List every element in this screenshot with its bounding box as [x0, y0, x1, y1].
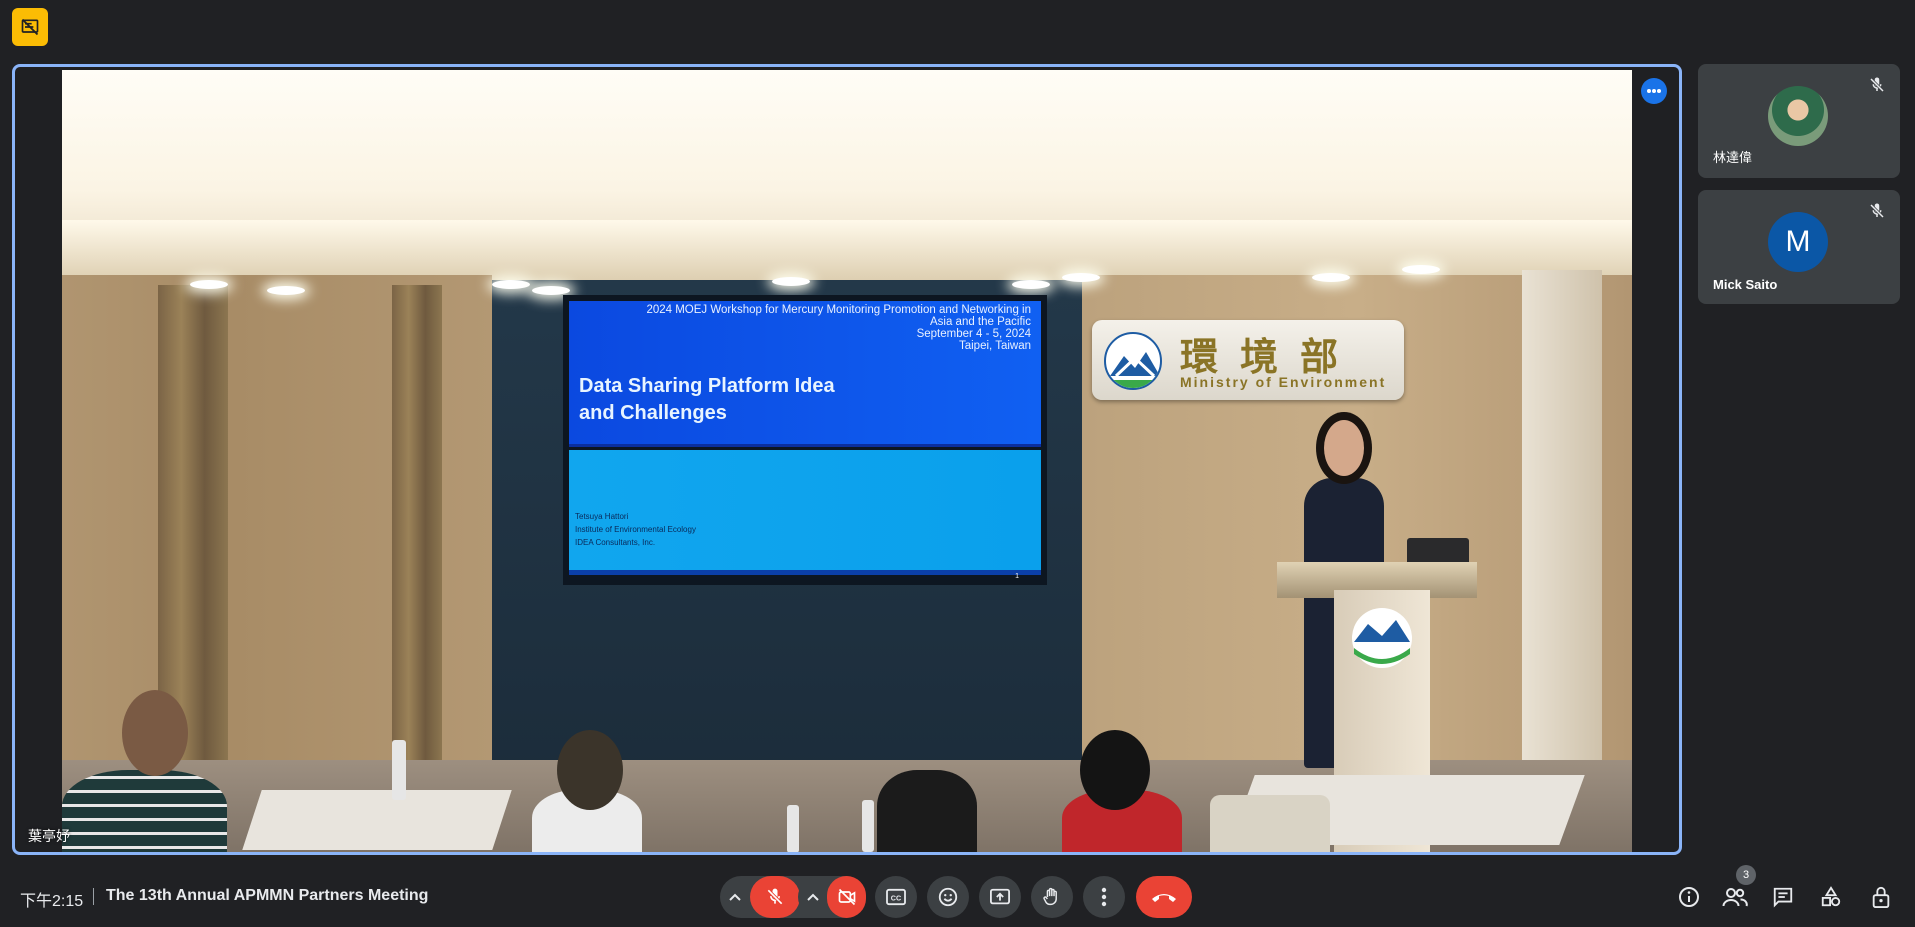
chevron-up-icon — [806, 893, 819, 901]
people-icon — [1722, 888, 1748, 907]
end-call-button[interactable] — [1136, 876, 1192, 918]
no-recording-icon — [21, 18, 39, 36]
host-controls-icon — [1872, 886, 1890, 908]
avatar — [1768, 86, 1828, 146]
raise-hand-icon — [1043, 887, 1057, 906]
activities-icon — [1821, 886, 1841, 907]
info-icon — [1679, 887, 1699, 907]
activities-button[interactable] — [1816, 882, 1846, 912]
audience-member — [62, 770, 227, 852]
avatar: M — [1768, 212, 1828, 272]
ministry-sign-english: Ministry of Environment — [1180, 374, 1387, 390]
raise-hand-button[interactable] — [1031, 876, 1073, 918]
stage-more-options-button[interactable] — [1641, 78, 1667, 104]
host-controls-button[interactable] — [1866, 882, 1896, 912]
ceiling-light — [492, 280, 530, 289]
ceiling-light — [532, 286, 570, 295]
mic-toggle-button[interactable] — [750, 876, 800, 918]
ministry-sign: 環境部 Ministry of Environment — [1092, 320, 1404, 400]
ministry-sign-chinese: 環境部 — [1180, 334, 1361, 379]
participant-tile[interactable]: 林達偉 — [1698, 64, 1900, 178]
chat-icon — [1773, 887, 1793, 908]
ministry-logo — [1104, 332, 1162, 390]
table — [242, 790, 512, 850]
stage-participant-name: 葉亭妤 — [28, 828, 70, 844]
audience-head — [1080, 730, 1150, 810]
water-bottle — [862, 800, 874, 852]
chevron-up-icon — [729, 893, 741, 901]
slide-authors: Tetsuya Hattori Institute of Environment… — [575, 510, 696, 549]
slide-top-band: 2024 MOEJ Workshop for Mercury Monitorin… — [569, 301, 1041, 447]
slide-date: September 4 - 5, 2024 — [916, 328, 1031, 340]
present-button[interactable] — [979, 876, 1021, 918]
projected-slide: 2024 MOEJ Workshop for Mercury Monitorin… — [563, 295, 1047, 585]
speaker-head — [1324, 420, 1364, 476]
mic-off-icon — [767, 888, 783, 905]
mic-off-icon — [1868, 76, 1886, 94]
camera-off-icon — [838, 888, 855, 906]
present-icon — [990, 888, 1010, 905]
emoji-icon — [938, 887, 958, 907]
ceiling-light — [267, 286, 305, 295]
meeting-details-button[interactable] — [1674, 882, 1704, 912]
main-stage[interactable]: 2024 MOEJ Workshop for Mercury Monitorin… — [12, 64, 1682, 855]
ceiling-light — [772, 277, 810, 286]
ceiling-light — [190, 280, 228, 289]
divider — [93, 888, 94, 905]
participant-name: 林達偉 — [1713, 150, 1753, 165]
more-vert-icon — [1101, 887, 1107, 907]
camera-toggle-button[interactable] — [827, 876, 866, 918]
chair — [1210, 795, 1330, 852]
video-options-button[interactable] — [798, 876, 827, 918]
water-bottle — [787, 805, 799, 852]
slide-title: Data Sharing Platform Idea and Challenge… — [579, 373, 835, 427]
slide-header: 2024 MOEJ Workshop for Mercury Monitorin… — [611, 304, 1031, 352]
reactions-button[interactable] — [927, 876, 969, 918]
slide-affiliation: Institute of Environmental Ecology — [575, 525, 696, 534]
captions-icon: CC — [886, 888, 906, 906]
water-bottle — [392, 740, 406, 800]
more-options-button[interactable] — [1083, 876, 1125, 918]
captions-button[interactable]: CC — [875, 876, 917, 918]
ceiling-light — [1012, 280, 1050, 289]
ceiling-light — [1312, 273, 1350, 282]
audience-member — [877, 770, 977, 852]
slide-place: Taipei, Taiwan — [958, 340, 1031, 352]
slide-company: IDEA Consultants, Inc. — [575, 538, 656, 547]
slide-author: Tetsuya Hattori — [575, 512, 629, 521]
slide-page-number: 1 — [1015, 573, 1019, 580]
audio-options-button[interactable] — [720, 876, 750, 918]
mic-off-icon — [1868, 202, 1886, 220]
chat-button[interactable] — [1768, 882, 1798, 912]
ceiling-light — [1062, 273, 1100, 282]
slide-title-line2: and Challenges — [579, 402, 727, 424]
slide-header-line1: 2024 MOEJ Workshop for Mercury Monitorin… — [646, 304, 1031, 316]
audience-head — [122, 690, 188, 776]
svg-text:CC: CC — [891, 894, 901, 903]
people-button[interactable] — [1720, 882, 1750, 912]
slide-header-line2: Asia and the Pacific — [929, 316, 1031, 328]
meeting-time: 下午2:15 — [20, 893, 84, 910]
presenter-video: 2024 MOEJ Workshop for Mercury Monitorin… — [62, 70, 1632, 852]
end-call-icon — [1152, 894, 1176, 902]
camera-control-group — [798, 876, 866, 918]
more-horiz-icon — [1647, 89, 1661, 93]
participant-name: Mick Saito — [1713, 277, 1778, 292]
no-recording-indicator[interactable] — [12, 8, 48, 46]
slide-title-line1: Data Sharing Platform Idea — [579, 375, 835, 397]
meeting-title: The 13th Annual APMMN Partners Meeting — [106, 887, 429, 904]
slide-bottom-band: Tetsuya Hattori Institute of Environment… — [569, 450, 1041, 575]
audience-head — [557, 730, 623, 810]
ceiling-light — [1402, 265, 1440, 274]
participant-tile[interactable]: M Mick Saito — [1698, 190, 1900, 304]
